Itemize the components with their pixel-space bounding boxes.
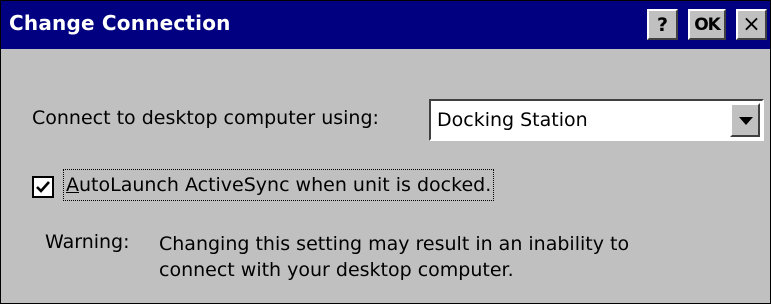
connection-type-dropdown[interactable]: Docking Station — [429, 99, 764, 141]
connection-type-value: Docking Station — [437, 109, 588, 131]
close-icon: × — [742, 12, 761, 37]
close-button[interactable]: × — [736, 9, 767, 40]
autolaunch-label[interactable]: AutoLaunch ActiveSync when unit is docke… — [63, 169, 495, 201]
warning-text: Changing this setting may result in an i… — [159, 231, 699, 283]
autolaunch-label-text: utoLaunch ActiveSync when unit is docked… — [79, 174, 492, 196]
help-button[interactable]: ? — [647, 9, 678, 40]
help-icon: ? — [656, 13, 669, 36]
warning-line-1: Changing this setting may result in an i… — [159, 233, 630, 255]
title-bar: Change Connection ? OK × — [1, 1, 770, 49]
dialog-title: Change Connection — [9, 11, 231, 35]
checkmark-icon — [36, 181, 50, 193]
warning-line-2: connect with your desktop computer. — [159, 259, 514, 281]
autolaunch-mnemonic: A — [66, 174, 79, 196]
connect-using-label: Connect to desktop computer using: — [32, 107, 379, 129]
chevron-down-icon[interactable] — [730, 103, 760, 137]
warning-label: Warning: — [45, 231, 130, 253]
ok-button[interactable]: OK — [688, 9, 726, 40]
autolaunch-checkbox[interactable] — [32, 176, 54, 198]
change-connection-dialog: Change Connection ? OK × Connect to desk… — [0, 0, 771, 304]
